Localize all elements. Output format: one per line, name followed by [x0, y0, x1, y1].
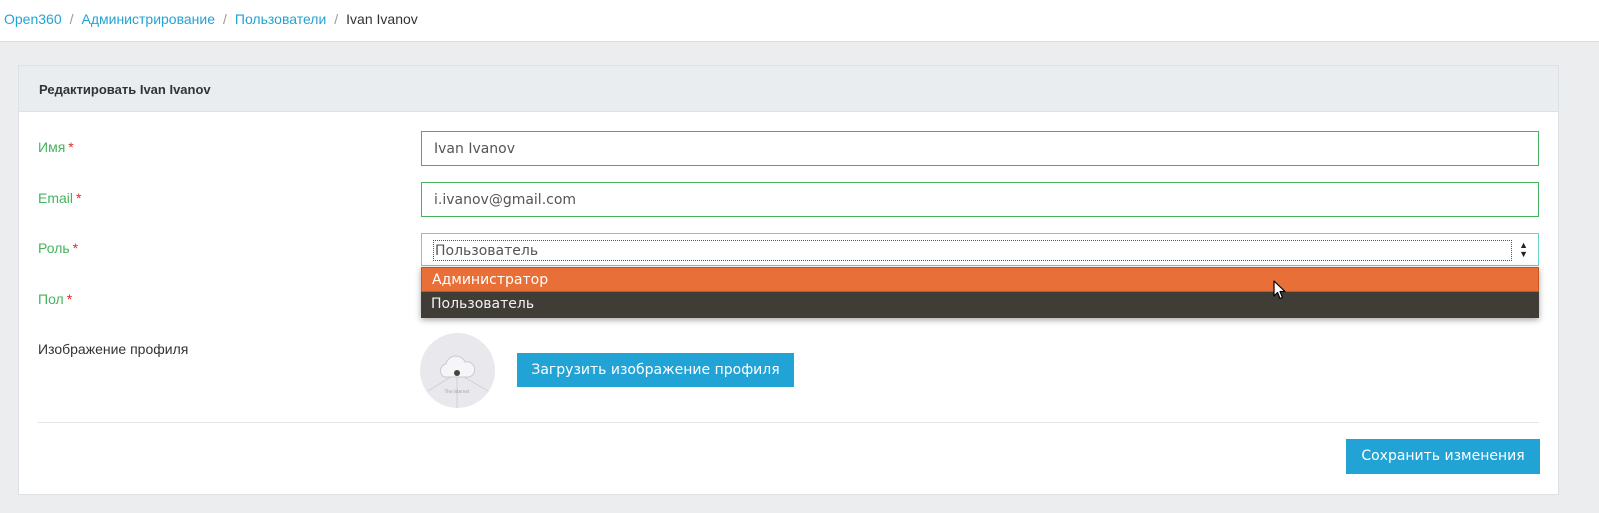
avatar-placeholder-icon: The Internet — [427, 355, 489, 408]
role-label: Роль * — [38, 240, 78, 256]
avatar: The Internet — [420, 333, 495, 408]
required-mark: * — [76, 190, 82, 206]
role-select[interactable]: Пользователь ▲ ▼ — [421, 233, 1539, 266]
top-bar: Open360 / Администрирование / Пользователи / I… — [0, 0, 1599, 42]
role-dropdown-list: Администратор Пользователь — [421, 267, 1539, 318]
breadcrumb-link-administration[interactable]: Администрирование — [82, 11, 216, 27]
divider — [38, 422, 1539, 423]
breadcrumb-link-users[interactable]: Пользователи — [235, 11, 326, 27]
gender-label-text: Пол — [38, 291, 64, 307]
mouse-cursor-icon — [1273, 280, 1286, 300]
required-mark: * — [72, 240, 79, 256]
name-field[interactable]: Ivan Ivanov — [421, 131, 1539, 166]
role-option-administrator[interactable]: Администратор — [421, 267, 1539, 292]
required-mark: * — [66, 291, 73, 307]
role-select-value: Пользователь — [433, 240, 1512, 261]
breadcrumb-separator: / — [334, 11, 339, 27]
email-label-text: Email — [38, 190, 74, 206]
breadcrumb-separator: / — [69, 11, 74, 27]
svg-text:The Internet: The Internet — [444, 389, 470, 394]
upload-profile-image-button[interactable]: Загрузить изображение профиля — [517, 353, 794, 387]
gender-label: Пол * — [38, 291, 72, 307]
role-option-user[interactable]: Пользователь — [421, 292, 1539, 317]
email-label: Email * — [38, 190, 81, 206]
name-label-text: Имя — [38, 139, 66, 155]
panel-title: Редактировать Ivan Ivanov — [19, 66, 1558, 112]
breadcrumb-separator: / — [223, 11, 227, 27]
breadcrumb-link-home[interactable]: Open360 — [4, 11, 62, 27]
required-mark: * — [68, 139, 74, 155]
profile-image-label: Изображение профиля — [38, 341, 189, 357]
select-arrows-icon: ▲ ▼ — [1519, 240, 1528, 259]
email-field[interactable]: i.ivanov@gmail.com — [421, 182, 1539, 217]
breadcrumb-current: Ivan Ivanov — [346, 11, 418, 27]
name-label: Имя * — [38, 139, 74, 155]
breadcrumb: Open360 / Администрирование / Пользователи / I… — [4, 11, 418, 27]
save-changes-button[interactable]: Сохранить изменения — [1346, 439, 1540, 474]
role-label-text: Роль — [38, 240, 70, 256]
